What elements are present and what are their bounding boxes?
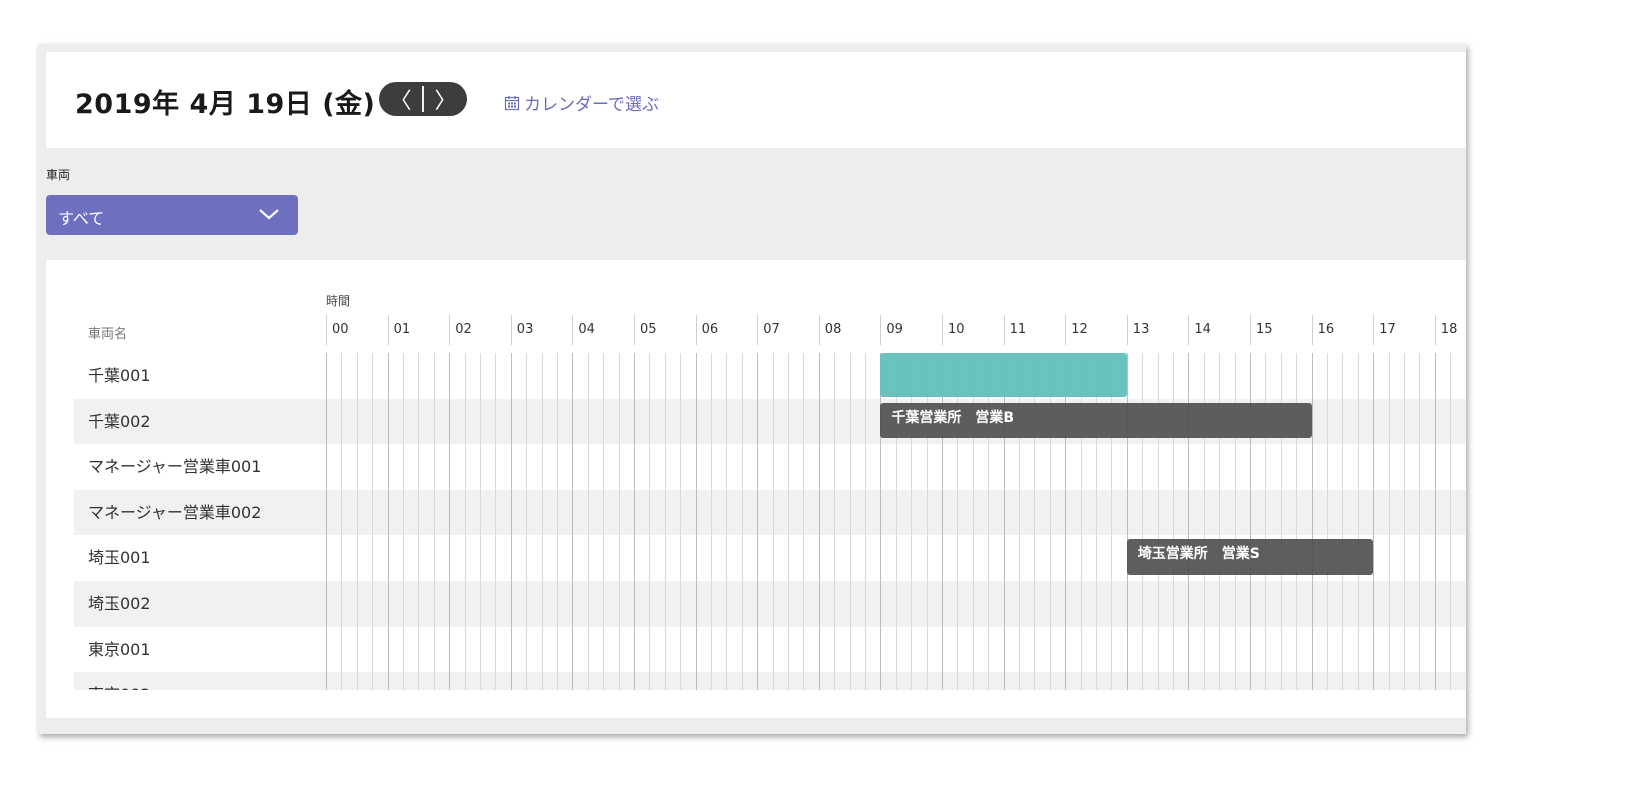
reservation-block[interactable]: 千葉営業所 営業B bbox=[880, 402, 1312, 439]
hour-label: 02 bbox=[449, 315, 472, 345]
calendar-select-link[interactable]: カレンダーで選ぶ bbox=[504, 90, 659, 115]
vehicle-row[interactable]: 東京002 bbox=[74, 672, 1466, 690]
hour-label: 10 bbox=[942, 315, 965, 345]
vehicle-row[interactable]: 埼玉002 bbox=[74, 581, 1466, 627]
calendar-icon bbox=[504, 95, 520, 110]
date-nav: 〈 〉 bbox=[379, 82, 467, 116]
chevron-down-icon bbox=[259, 209, 279, 220]
schedule-panel: 時間 車両名 00 01 02 03 04 05 06 07 08 09 10 11 12 13 14 15 1… bbox=[46, 260, 1466, 718]
vehicle-name: 東京002 bbox=[88, 672, 151, 690]
hour-label: 13 bbox=[1126, 315, 1149, 345]
calendar-link-label: カレンダーで選ぶ bbox=[524, 95, 659, 115]
hour-label: 11 bbox=[1003, 315, 1026, 345]
reservation-block[interactable] bbox=[880, 353, 1127, 397]
hour-label: 04 bbox=[572, 315, 595, 345]
hour-label: 09 bbox=[880, 315, 903, 345]
scheduler-frame: 2019年 4月 19日 (金) 〈 〉 カレンダーで選ぶ 車両 すべて 時間 … bbox=[38, 44, 1466, 734]
hour-label: 00 bbox=[326, 315, 349, 345]
hour-label: 17 bbox=[1373, 315, 1396, 345]
vehicle-name: 埼玉002 bbox=[88, 594, 151, 613]
vehicle-name: 千葉002 bbox=[88, 411, 151, 431]
vehicle-name-header: 車両名 bbox=[88, 327, 128, 342]
vehicle-select-value: すべて bbox=[58, 209, 105, 228]
vehicle-filter-label: 車両 bbox=[46, 168, 71, 182]
hour-label: 01 bbox=[387, 315, 410, 345]
hour-label: 14 bbox=[1188, 315, 1211, 345]
chevron-right-icon[interactable]: 〉 bbox=[424, 82, 467, 116]
vehicle-name: マネージャー営業車002 bbox=[88, 502, 262, 522]
vehicle-name: 千葉001 bbox=[88, 366, 151, 385]
schedule-rows: 千葉001 千葉002 マネージャー営業車001 マネージャー営業車002 埼玉001 埼… bbox=[74, 353, 1466, 690]
hour-label: 08 bbox=[818, 315, 841, 345]
vehicle-row[interactable]: マネージャー営業車002 bbox=[74, 489, 1466, 536]
chevron-left-icon[interactable]: 〈 bbox=[379, 82, 422, 116]
hour-label: 03 bbox=[510, 315, 533, 345]
hour-label: 12 bbox=[1065, 315, 1088, 345]
vehicle-row[interactable]: マネージャー営業車001 bbox=[74, 444, 1466, 490]
current-date: 2019年 4月 19日 (金) bbox=[75, 89, 376, 120]
header-card: 2019年 4月 19日 (金) 〈 〉 カレンダーで選ぶ bbox=[46, 52, 1466, 148]
hour-label: 16 bbox=[1311, 315, 1334, 345]
vehicle-name: マネージャー営業車001 bbox=[88, 457, 262, 477]
time-column-header: 時間 bbox=[326, 294, 351, 308]
vehicle-name: 東京001 bbox=[88, 639, 151, 659]
vehicle-name: 埼玉001 bbox=[88, 548, 151, 568]
hour-label: 06 bbox=[695, 315, 718, 345]
hour-label: 07 bbox=[757, 315, 780, 345]
hour-label: 18 bbox=[1434, 315, 1457, 345]
hour-label: 15 bbox=[1250, 315, 1273, 345]
reservation-block[interactable]: 埼玉営業所 営業S bbox=[1126, 539, 1374, 575]
vehicle-row[interactable]: 千葉001 bbox=[74, 353, 1466, 399]
vehicle-select[interactable]: すべて bbox=[46, 195, 298, 235]
hour-label: 05 bbox=[634, 315, 657, 345]
vehicle-row[interactable]: 東京001 bbox=[74, 627, 1466, 673]
